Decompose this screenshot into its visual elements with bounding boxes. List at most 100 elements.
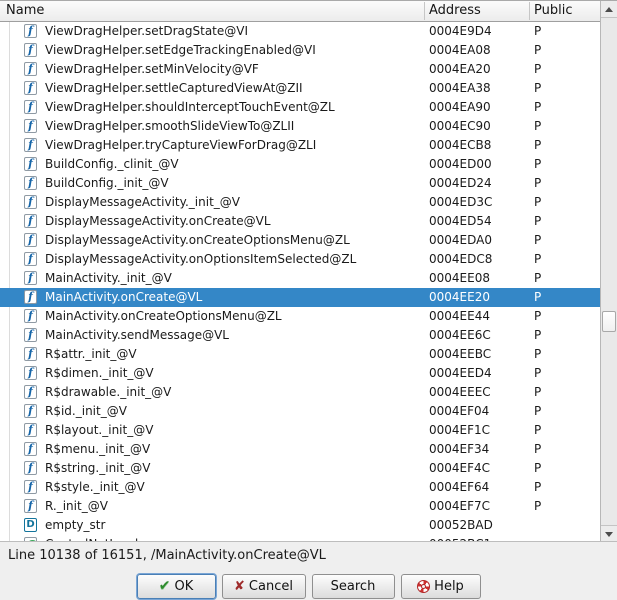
cancel-button[interactable]: ✘ Cancel [222, 574, 306, 599]
symbol-name: R._init_@V [45, 499, 108, 513]
table-row[interactable]: fR$drawable._init_@V0004EEECP [0, 383, 600, 402]
table-row[interactable]: fMainActivity._init_@V0004EE08P [0, 269, 600, 288]
symbol-public: P [534, 62, 541, 76]
ok-button[interactable]: ✔ OK [137, 574, 216, 599]
symbol-address: 0004EEBC [429, 347, 491, 361]
symbol-public: P [534, 328, 541, 342]
table-row[interactable]: f DisplayMessageActivity.onCreate@VL 0004E… [0, 212, 600, 231]
table-row[interactable]: fMainActivity.onCreateOptionsMenu@ZL0004… [0, 307, 600, 326]
search-button[interactable]: Search [312, 574, 395, 599]
table-row[interactable]: fR._init_@V0004EF7CP [0, 497, 600, 516]
symbol-public: P [534, 214, 541, 228]
column-header-address[interactable]: Address [429, 3, 481, 18]
function-icon: f [24, 138, 37, 152]
symbol-name: ViewDragHelper.settleCapturedViewAt@ZII [45, 81, 303, 95]
table-row[interactable]: fMainActivity.onCreate@VL0004EE20P [0, 288, 600, 307]
help-button-label: Help [434, 579, 464, 594]
table-row[interactable]: fViewDragHelper.setEdgeTrackingEnabled@V… [0, 41, 600, 60]
help-button[interactable]: Help [401, 574, 481, 599]
ok-button-label: OK [174, 579, 193, 594]
table-row[interactable]: fViewDragHelper.setMinVelocity@VF0004EA2… [0, 60, 600, 79]
symbol-address: 0004EE20 [429, 290, 490, 304]
symbol-address: 0004EE44 [429, 309, 490, 323]
symbol-name: DisplayMessageActivity.onCreate@VL [45, 214, 271, 228]
column-header-public[interactable]: Public [534, 3, 572, 18]
function-icon: f [24, 366, 37, 380]
symbol-public: P [534, 480, 541, 494]
table-row[interactable]: fViewDragHelper.setDragState@VI0004E9D4P [0, 22, 600, 41]
scroll-up-button[interactable] [601, 1, 617, 18]
symbol-public: P [534, 366, 541, 380]
symbol-name: BuildConfig._clinit_@V [45, 157, 179, 171]
symbol-name: R$attr._init_@V [45, 347, 137, 361]
cancel-button-label: Cancel [249, 579, 293, 594]
vertical-scrollbar[interactable] [600, 1, 617, 542]
status-text: Line 10138 of 16151, /MainActivity.onCre… [8, 548, 326, 563]
symbol-public: P [534, 157, 541, 171]
table-row[interactable]: fR$attr._init_@V0004EEBCP [0, 345, 600, 364]
symbol-name: ViewDragHelper.setDragState@VI [45, 24, 248, 38]
symbol-address: 0004EE6C [429, 328, 491, 342]
function-icon: f [24, 100, 37, 114]
symbol-public: P [534, 461, 541, 475]
symbol-address: 0004EF1C [429, 423, 490, 437]
table-row[interactable]: fViewDragHelper.settleCapturedViewAt@ZII… [0, 79, 600, 98]
table-row[interactable]: fR$string._init_@V0004EF4CP [0, 459, 600, 478]
column-header-name[interactable]: Name [6, 3, 44, 18]
symbol-address: 0004ED54 [429, 214, 492, 228]
cancel-x-icon: ✘ [234, 580, 245, 593]
column-divider[interactable] [529, 2, 530, 20]
symbol-address: 0004EA38 [429, 81, 491, 95]
symbol-address: 0004EE08 [429, 271, 490, 285]
column-divider[interactable] [424, 2, 425, 20]
symbol-name: DisplayMessageActivity.onOptionsItemSele… [45, 252, 356, 266]
symbol-public: P [534, 385, 541, 399]
symbol-public: P [534, 138, 541, 152]
table-row[interactable]: fR$layout._init_@V0004EF1CP [0, 421, 600, 440]
symbol-name: empty_str [45, 518, 105, 532]
function-icon: f [24, 423, 37, 437]
symbol-public: P [534, 499, 541, 513]
symbol-address: 0004EDA0 [429, 233, 492, 247]
symbol-name: ViewDragHelper.setEdgeTrackingEnabled@VI [45, 43, 316, 57]
symbol-table: Name Address Public fViewDragHelper.setD… [0, 0, 617, 541]
symbol-name: R$id._init_@V [45, 404, 127, 418]
symbol-public: P [534, 309, 541, 323]
function-icon: f [24, 480, 37, 494]
symbol-name: MainActivity.sendMessage@VL [45, 328, 229, 342]
function-icon: f [24, 252, 37, 266]
symbol-address: 0004EF04 [429, 404, 489, 418]
table-row[interactable]: fDisplayMessageActivity.onCreateOptionsM… [0, 231, 600, 250]
function-icon: f [24, 404, 37, 418]
symbol-name: MainActivity.onCreateOptionsMenu@ZL [45, 309, 282, 323]
table-row[interactable]: fR$id._init_@V0004EF04P [0, 402, 600, 421]
symbol-address: 0004EED4 [429, 366, 492, 380]
table-row[interactable]: Dempty_str00052BAD [0, 516, 600, 535]
table-row[interactable]: f MainActivity.sendMessage@VL 0004EE6C P [0, 326, 600, 345]
table-row[interactable]: fDisplayMessageActivity._init_@V0004ED3C… [0, 193, 600, 212]
table-row[interactable]: fR$style._init_@V0004EF64P [0, 478, 600, 497]
table-row[interactable]: fBuildConfig._init_@V0004ED24P [0, 174, 600, 193]
symbol-name: DisplayMessageActivity._init_@V [45, 195, 240, 209]
function-icon: f [24, 271, 37, 285]
symbol-public: P [534, 252, 541, 266]
function-icon: f [24, 214, 37, 228]
table-row[interactable]: f DisplayMessageActivity.onOptionsItemSel… [0, 250, 600, 269]
table-row[interactable]: fViewDragHelper.tryCaptureViewForDrag@ZL… [0, 136, 600, 155]
scrollbar-thumb[interactable] [602, 311, 616, 332]
symbol-address: 0004EC90 [429, 119, 491, 133]
function-icon: f [24, 328, 37, 342]
table-row[interactable]: fBuildConfig._clinit_@V0004ED00P [0, 155, 600, 174]
symbol-public: P [534, 176, 541, 190]
table-row[interactable]: fR$dimen._init_@V0004EED4P [0, 364, 600, 383]
symbol-address: 0004EF64 [429, 480, 489, 494]
table-row[interactable]: fR$menu._init_@V0004EF34P [0, 440, 600, 459]
data-icon: D [24, 518, 37, 532]
scroll-down-button[interactable] [601, 525, 617, 542]
symbol-address: 0004ED00 [429, 157, 492, 171]
table-row[interactable]: fViewDragHelper.shouldInterceptTouchEven… [0, 98, 600, 117]
symbol-name: R$layout._init_@V [45, 423, 153, 437]
table-row[interactable]: fViewDragHelper.smoothSlideViewTo@ZLII00… [0, 117, 600, 136]
symbol-name: DisplayMessageActivity.onCreateOptionsMe… [45, 233, 350, 247]
symbol-address: 0004ECB8 [429, 138, 491, 152]
